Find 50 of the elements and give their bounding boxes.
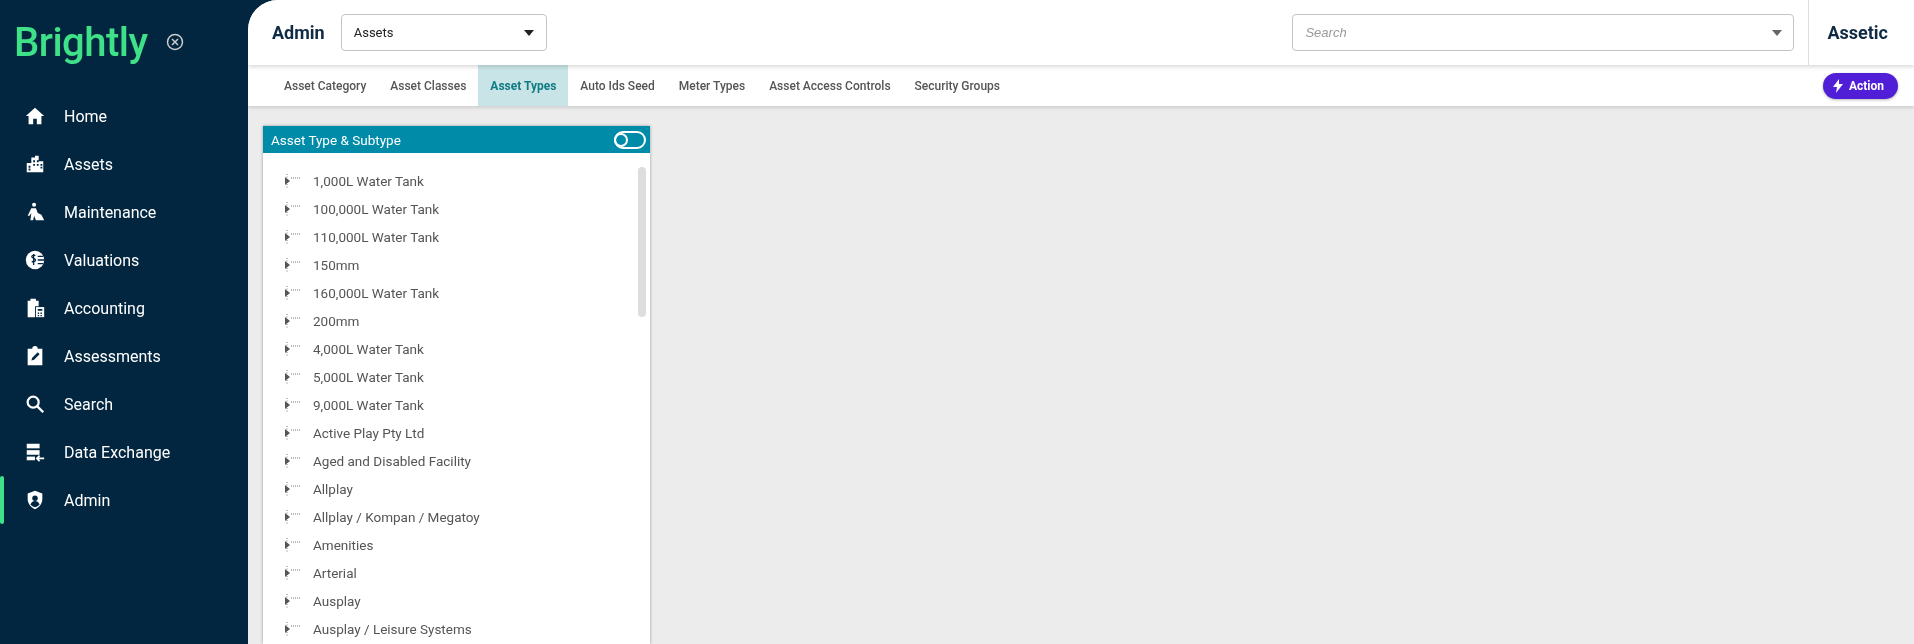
action-button[interactable]: Action [1822, 72, 1898, 99]
tree-node[interactable]: Amenities [313, 537, 374, 553]
tab[interactable]: Asset Classes [378, 65, 479, 106]
tree-node[interactable]: 150mm [313, 257, 360, 273]
tab[interactable]: Security Groups [902, 65, 1013, 106]
tree-node[interactable]: 4,000L Water Tank [313, 341, 424, 357]
module-select[interactable]: Assets [340, 14, 547, 51]
tab[interactable]: Meter Types [666, 65, 758, 106]
tree-node[interactable]: Arterial [313, 565, 357, 581]
tab[interactable]: Asset Access Controls [757, 65, 903, 106]
tree-node[interactable]: Aged and Disabled Facility [313, 453, 471, 469]
tab[interactable]: Asset Category [272, 65, 379, 106]
tree-node[interactable]: Allplay / Kompan / Megatoy [313, 509, 480, 525]
dollar-chart-icon [24, 249, 46, 271]
nav-item[interactable]: Home [0, 92, 248, 140]
nav-item[interactable]: Maintenance [0, 188, 248, 236]
caret-icon [523, 29, 534, 36]
panel-title: Asset Type & Subtype [271, 131, 401, 148]
nav-item[interactable]: Data Exchange [0, 428, 248, 476]
close-icon[interactable] [165, 33, 184, 51]
nav-item[interactable]: Accounting [0, 284, 248, 332]
nav-item[interactable]: Assessments [0, 332, 248, 380]
tree-node[interactable]: 9,000L Water Tank [313, 397, 424, 413]
building-icon [24, 153, 46, 175]
tree-node[interactable]: 5,000L Water Tank [313, 369, 424, 385]
tree-node[interactable]: Ausplay [313, 593, 361, 609]
tree-node[interactable]: 110,000L Water Tank [313, 229, 440, 245]
search-icon [24, 393, 46, 415]
brand-logo: Brightly [14, 18, 148, 66]
home-icon [24, 105, 46, 127]
scrollbar[interactable] [638, 167, 646, 317]
tab[interactable]: Auto Ids Seed [568, 65, 667, 106]
tab[interactable]: Asset Types [478, 65, 569, 106]
caret-icon [1772, 30, 1783, 36]
page-title: Admin [272, 22, 325, 43]
tree-node[interactable]: 100,000L Water Tank [313, 201, 440, 217]
tree-node[interactable]: Ausplay / Leisure Systems [313, 621, 472, 637]
tree-node[interactable]: 1,000L Water Tank [313, 173, 424, 189]
toggle-switch[interactable] [614, 130, 646, 149]
nav-item[interactable]: Assets [0, 140, 248, 188]
nav-item[interactable]: Admin [0, 476, 248, 524]
lightning-icon [1832, 78, 1843, 93]
nav-item[interactable]: Search [0, 380, 248, 428]
tree-node[interactable]: Active Play Pty Ltd [313, 425, 425, 441]
server-arrow-icon [24, 441, 46, 463]
tree-node[interactable]: 160,000L Water Tank [313, 285, 440, 301]
search-field[interactable]: Search [1292, 14, 1795, 51]
nav-item[interactable]: Valuations [0, 236, 248, 284]
tree-node[interactable]: Allplay [313, 481, 353, 497]
tree-node[interactable]: 200mm [313, 313, 360, 329]
